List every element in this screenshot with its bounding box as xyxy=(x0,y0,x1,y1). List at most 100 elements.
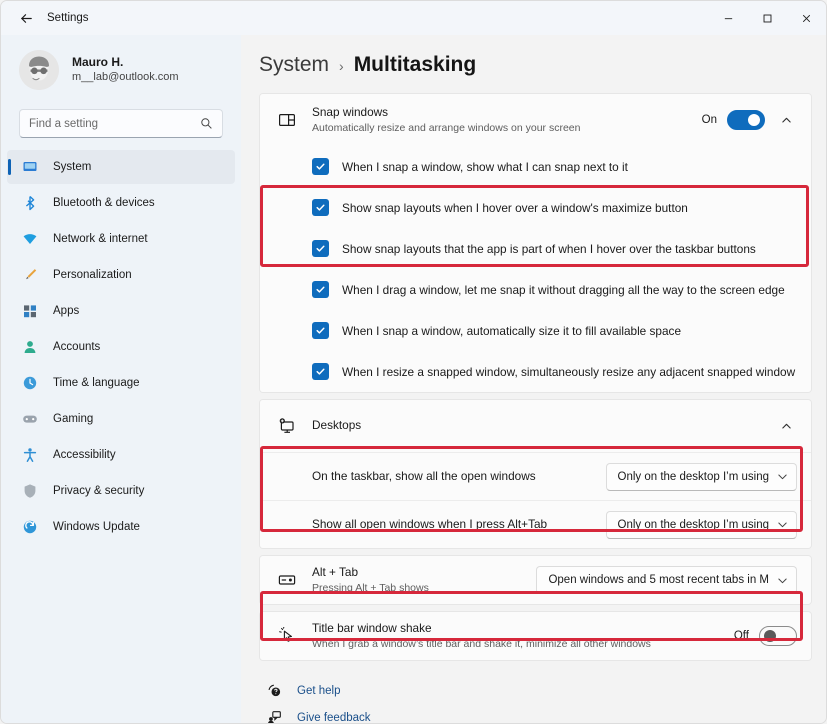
chevron-down-icon xyxy=(777,575,788,586)
checkbox-checked[interactable] xyxy=(312,363,329,380)
snap-checkbox-row[interactable]: When I snap a window, automatically size… xyxy=(260,310,811,351)
sidebar-item-network-internet[interactable]: Network & internet xyxy=(7,222,235,256)
back-button[interactable] xyxy=(9,4,43,32)
sidebar-item-label: Privacy & security xyxy=(53,485,145,497)
toggle-knob xyxy=(764,630,776,642)
snap-checkbox-row[interactable]: Show snap layouts when I hover over a wi… xyxy=(260,187,811,228)
alt-tab-row: Alt + Tab Pressing Alt + Tab shows Open … xyxy=(260,556,811,604)
chevron-up-icon[interactable] xyxy=(775,415,797,437)
settings-window: Settings Mauro H. m__lab@outlook.com Fin… xyxy=(0,0,827,724)
desktops-alttab-row: Show all open windows when I press Alt+T… xyxy=(260,500,811,548)
chevron-up-icon[interactable] xyxy=(775,109,797,131)
snap-windows-header[interactable]: Snap windows Automatically resize and ar… xyxy=(260,94,811,146)
bluetooth-icon xyxy=(21,194,39,212)
sidebar-item-label: Bluetooth & devices xyxy=(53,197,155,209)
person-icon xyxy=(21,338,39,356)
title-bar-shake-toggle[interactable] xyxy=(759,626,797,646)
snap-windows-title: Snap windows xyxy=(312,104,389,119)
user-profile[interactable]: Mauro H. m__lab@outlook.com xyxy=(1,39,241,101)
keyboard-key-icon xyxy=(276,571,298,589)
sidebar-item-apps[interactable]: Apps xyxy=(7,294,235,328)
get-help-link[interactable]: Get help xyxy=(265,677,812,704)
toggle-knob xyxy=(748,114,760,126)
footer-links: Get help Give feedback xyxy=(259,661,812,723)
back-arrow-icon xyxy=(20,13,32,23)
sidebar-item-label: Time & language xyxy=(53,377,140,389)
breadcrumb-parent[interactable]: System xyxy=(259,53,329,77)
search-box[interactable] xyxy=(19,109,223,138)
avatar xyxy=(19,50,59,90)
snap-windows-toggle-label: On xyxy=(701,114,717,126)
checkbox-label: When I resize a snapped window, simultan… xyxy=(342,364,796,379)
title-bar-shake-card: Title bar window shake When I grab a win… xyxy=(259,611,812,661)
title-bar: Settings xyxy=(1,1,826,35)
checkbox-checked[interactable] xyxy=(312,281,329,298)
close-icon xyxy=(802,14,811,22)
checkbox-label: When I snap a window, automatically size… xyxy=(342,323,682,338)
page-title: Multitasking xyxy=(353,53,477,76)
avatar-face-icon xyxy=(19,50,59,90)
alt-tab-dropdown[interactable]: Open windows and 5 most recent tabs in M xyxy=(536,566,797,594)
title-bar-shake-title: Title bar window shake xyxy=(312,620,432,635)
sidebar-item-personalization[interactable]: Personalization xyxy=(7,258,235,292)
sidebar-item-gaming[interactable]: Gaming xyxy=(7,402,235,436)
sidebar-item-windows-update[interactable]: Windows Update xyxy=(7,510,235,544)
sidebar-item-label: Accessibility xyxy=(53,449,116,461)
checkbox-label: When I drag a window, let me snap it wit… xyxy=(342,282,785,297)
maximize-button[interactable] xyxy=(748,1,787,35)
snap-checkbox-row[interactable]: When I resize a snapped window, simultan… xyxy=(260,351,811,392)
alttab-windows-dropdown[interactable]: Only on the desktop I’m using xyxy=(605,510,797,539)
main-content: System › Multitasking Snap windows Autom… xyxy=(241,35,826,723)
sidebar-item-accounts[interactable]: Accounts xyxy=(7,330,235,364)
checkbox-checked[interactable] xyxy=(312,322,329,339)
search-icon xyxy=(200,117,213,130)
sidebar-item-privacy-security[interactable]: Privacy & security xyxy=(7,474,235,508)
checkbox-checked[interactable] xyxy=(312,240,329,257)
profile-name: Mauro H. xyxy=(72,55,124,70)
wifi-icon xyxy=(21,230,39,248)
snap-checkbox-row[interactable]: When I drag a window, let me snap it wit… xyxy=(260,269,811,310)
sidebar-item-bluetooth-devices[interactable]: Bluetooth & devices xyxy=(7,186,235,220)
breadcrumb: System › Multitasking xyxy=(259,35,812,93)
snap-windows-card: Snap windows Automatically resize and ar… xyxy=(259,93,812,393)
desktops-icon xyxy=(276,417,298,435)
checkbox-label: When I snap a window, show what I can sn… xyxy=(342,159,628,174)
chevron-down-icon xyxy=(777,519,788,530)
dropdown-value: Only on the desktop I’m using xyxy=(617,518,770,531)
sidebar-item-time-language[interactable]: Time & language xyxy=(7,366,235,400)
checkbox-checked[interactable] xyxy=(312,199,329,216)
snap-checkbox-row[interactable]: Show snap layouts that the app is part o… xyxy=(260,228,811,269)
checkbox-label: Show snap layouts that the app is part o… xyxy=(342,241,756,256)
apps-icon xyxy=(21,302,39,320)
taskbar-windows-dropdown[interactable]: Only on the desktop I’m using xyxy=(605,462,797,491)
snap-checkbox-row[interactable]: When I snap a window, show what I can sn… xyxy=(260,146,811,187)
title-bar-shake-row: Title bar window shake When I grab a win… xyxy=(260,612,811,660)
close-button[interactable] xyxy=(787,1,826,35)
setting-label: On the taskbar, show all the open window… xyxy=(312,468,536,483)
dropdown-value: Open windows and 5 most recent tabs in M xyxy=(548,574,769,586)
app-title: Settings xyxy=(47,12,89,24)
snap-windows-toggle[interactable] xyxy=(727,110,765,130)
sidebar-item-accessibility[interactable]: Accessibility xyxy=(7,438,235,472)
chevron-down-icon xyxy=(777,471,788,482)
sidebar-item-label: Personalization xyxy=(53,269,132,281)
checkbox-checked[interactable] xyxy=(312,158,329,175)
alt-tab-subtitle: Pressing Alt + Tab shows xyxy=(312,581,429,594)
alt-tab-card: Alt + Tab Pressing Alt + Tab shows Open … xyxy=(259,555,812,605)
sidebar-item-system[interactable]: System xyxy=(7,150,235,184)
desktops-title: Desktops xyxy=(312,418,362,433)
shield-icon xyxy=(21,482,39,500)
sidebar-item-label: Apps xyxy=(53,305,80,317)
search-input[interactable] xyxy=(29,117,200,130)
give-feedback-link[interactable]: Give feedback xyxy=(265,704,812,723)
sidebar-item-label: System xyxy=(53,161,92,173)
minimize-button[interactable] xyxy=(709,1,748,35)
snap-windows-subtitle: Automatically resize and arrange windows… xyxy=(312,121,581,134)
gamepad-icon xyxy=(21,410,39,428)
desktops-taskbar-row: On the taskbar, show all the open window… xyxy=(260,452,811,500)
sidebar: Mauro H. m__lab@outlook.com Find a setti… xyxy=(1,35,241,723)
sidebar-item-label: Network & internet xyxy=(53,233,148,245)
minimize-icon xyxy=(724,17,733,19)
feedback-icon xyxy=(265,710,283,723)
desktops-header[interactable]: Desktops xyxy=(260,400,811,452)
